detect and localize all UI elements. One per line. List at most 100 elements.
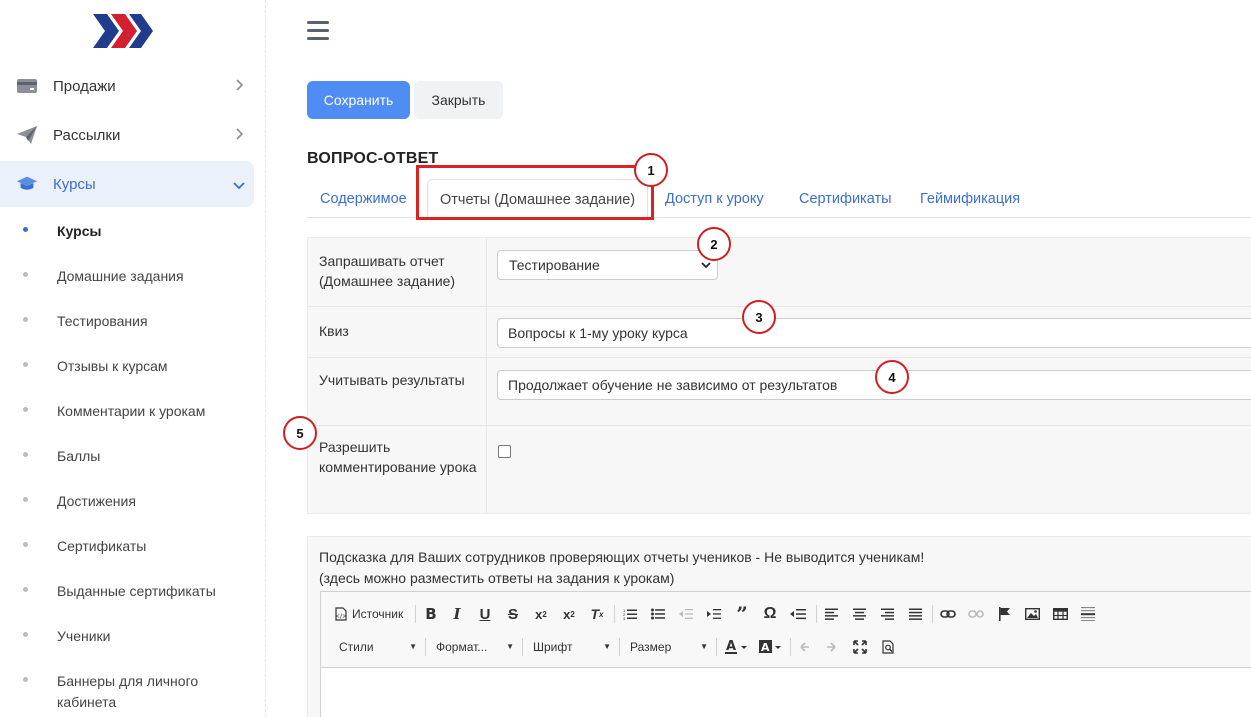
align-left-icon[interactable] [821,604,841,624]
sidebar-item-mailings[interactable]: Рассылки [0,112,254,158]
bullet-icon [23,452,28,457]
source-button[interactable]: </> Источник [335,604,409,624]
text-color-icon[interactable]: A [723,637,751,657]
chevron-down-icon [224,176,254,192]
align-right-icon[interactable] [877,604,897,624]
bulleted-list-icon[interactable] [648,604,668,624]
sidebar-subitem-label: Ученики [57,628,111,644]
editor-toolbar: </> Источник B I U S x2 x2 Tx 123 ” Ω Ст… [321,592,1251,668]
allow-comments-checkbox[interactable] [498,445,511,458]
background-color-icon[interactable]: A [757,637,785,657]
sidebar-item-courses[interactable]: Курсы [0,161,254,207]
sidebar-subitem-label: Сертификаты [57,538,147,554]
tab-content[interactable]: Содержимое [320,179,407,218]
highlight-box [416,165,654,220]
anchor-flag-icon[interactable] [994,604,1014,624]
svg-text:3: 3 [623,616,626,620]
hint-panel: Подсказка для Ваших сотрудников проверяю… [307,536,1251,717]
maximize-icon[interactable] [850,637,870,657]
horizontal-line-icon[interactable] [1078,604,1098,624]
svg-text:</>: </> [335,613,347,620]
sidebar-subitem-banners[interactable]: Баннеры для личного кабинета [0,671,260,713]
sidebar-subitem-comments[interactable]: Комментарии к урокам [0,401,260,422]
menu-toggle-icon[interactable] [307,21,329,41]
special-char-icon[interactable]: Ω [760,604,780,624]
caret-down-icon: ▼ [506,642,514,651]
save-button[interactable]: Сохранить [307,81,410,119]
table-icon[interactable] [1050,604,1070,624]
styles-label: Стили [339,640,374,654]
hint-line-1: Подсказка для Ваших сотрудников проверяю… [319,549,925,565]
link-icon[interactable] [938,604,958,624]
chevron-right-icon [224,78,254,94]
preview-icon[interactable] [878,637,898,657]
undo-icon[interactable] [795,637,815,657]
strikethrough-icon[interactable]: S [503,604,523,624]
consider-results-label: Учитывать результаты [319,372,465,388]
bullet-icon [23,677,28,682]
sidebar-subitem-label: Баннеры для личного кабинета [57,673,199,710]
image-icon[interactable] [1022,604,1042,624]
font-dropdown[interactable]: Шрифт ▼ [533,637,611,657]
close-button[interactable]: Закрыть [414,81,503,119]
graduation-cap-icon [16,173,38,195]
tab-lesson-access[interactable]: Доступ к уроку [665,179,764,218]
bold-icon[interactable]: B [421,604,441,624]
redo-icon[interactable] [821,637,841,657]
align-justify-icon[interactable] [905,604,925,624]
tab-gamification[interactable]: Геймификация [920,179,1020,218]
caret-down-icon: ▼ [603,642,611,651]
outdent-icon[interactable] [676,604,696,624]
sidebar-subitem-points[interactable]: Баллы [0,446,260,467]
sidebar-subitem-label: Баллы [57,448,101,464]
bullet-icon [23,227,28,232]
styles-dropdown[interactable]: Стили ▼ [339,637,417,657]
consider-results-field[interactable]: Продолжает обучение не зависимо от резул… [497,370,1251,400]
source-label: Источник [352,607,404,621]
tab-certificates[interactable]: Сертификаты [799,179,892,218]
sidebar-subitem-label: Курсы [57,223,102,239]
form-row-quiz: Квиз Вопросы к 1-му уроку курса [308,307,1251,358]
sidebar-item-sales[interactable]: Продажи [0,63,254,109]
chevron-right-icon [224,127,254,143]
underline-icon[interactable]: U [475,604,495,624]
italic-icon[interactable]: I [447,604,467,624]
sidebar-subitem-certificates[interactable]: Сертификаты [0,536,260,557]
bullet-icon [23,497,28,502]
sidebar-subitem-issued-certificates[interactable]: Выданные сертификаты [0,581,260,602]
sidebar-subitem-label: Домашние задания [57,268,184,284]
hint-text: Подсказка для Ваших сотрудников проверяю… [319,547,924,589]
request-report-value: Тестирование [509,257,600,273]
sidebar-subitem-reviews[interactable]: Отзывы к курсам [0,356,260,377]
page-break-icon[interactable] [788,604,808,624]
logo-icon[interactable] [93,12,155,50]
sidebar-item-label: Продажи [53,77,116,95]
request-report-label: Запрашивать отчет (Домашнее задание) [319,253,456,289]
source-icon: </> [335,607,347,621]
form-row-allow-comments: Разрешить комментирование урока [308,426,1251,514]
numbered-list-icon[interactable]: 123 [620,604,640,624]
format-label: Формат... [436,640,488,654]
sidebar-subitem-label: Тестирования [57,313,148,329]
quiz-field[interactable]: Вопросы к 1-му уроку курса [497,318,1251,348]
sidebar-subitem-homework[interactable]: Домашние задания [0,266,260,287]
sidebar-subitem-courses[interactable]: Курсы [0,221,260,242]
align-center-icon[interactable] [849,604,869,624]
size-label: Размер [630,640,672,654]
indent-icon[interactable] [704,604,724,624]
sidebar-item-label: Рассылки [53,126,121,144]
format-dropdown[interactable]: Формат... ▼ [436,637,514,657]
blockquote-icon[interactable]: ” [732,602,752,626]
bullet-icon [23,632,28,637]
unlink-icon[interactable] [966,604,986,624]
superscript-icon[interactable]: x2 [559,604,579,624]
size-dropdown[interactable]: Размер ▼ [630,637,708,657]
sidebar-subitem-tests[interactable]: Тестирования [0,311,260,332]
request-report-select[interactable]: Тестирование [497,250,718,280]
hint-line-2: (здесь можно разместить ответы на задани… [319,570,675,586]
sidebar-subitem-achievements[interactable]: Достижения [0,491,260,512]
remove-format-icon[interactable]: Tx [587,604,607,624]
subscript-icon[interactable]: x2 [531,604,551,624]
caret-down-icon: ▼ [409,642,417,651]
sidebar-subitem-students[interactable]: Ученики [0,626,260,647]
